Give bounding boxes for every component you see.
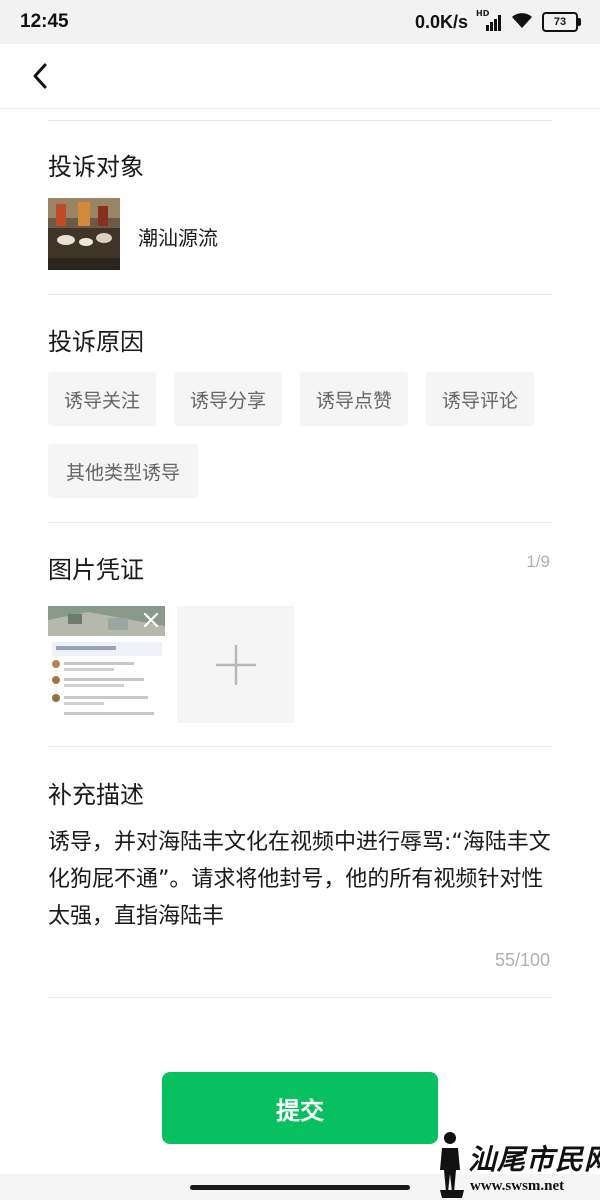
- reason-chip-comment[interactable]: 诱导评论: [426, 372, 534, 426]
- divider: [48, 746, 552, 747]
- evidence-count: 1/9: [526, 552, 550, 571]
- target-thumbnail: [48, 198, 120, 270]
- signal-label: HD: [476, 9, 490, 18]
- description-count: 55/100: [494, 950, 550, 970]
- battery-icon: 73: [542, 12, 581, 32]
- evidence-section-title: 图片凭证: [48, 556, 144, 584]
- chevron-left-icon: [33, 63, 47, 89]
- reason-chip-like[interactable]: 诱导点赞: [300, 372, 408, 426]
- reason-chip-follow[interactable]: 诱导关注: [48, 372, 156, 426]
- divider: [48, 294, 552, 295]
- watermark-text: 汕尾市民网: [468, 1143, 600, 1176]
- divider: [48, 120, 552, 121]
- divider: [48, 997, 552, 998]
- target-section-title: 投诉对象: [48, 153, 144, 181]
- divider: [48, 522, 552, 523]
- submit-button[interactable]: 提交: [162, 1072, 438, 1144]
- plus-icon: [215, 644, 256, 685]
- network-speed: 0.0K/s: [414, 11, 468, 32]
- watermark: 汕尾市民网 www.swsm.net: [438, 1128, 600, 1200]
- nav-bar: [0, 44, 600, 109]
- status-time: 12:45: [20, 11, 69, 32]
- wifi-icon: [510, 11, 534, 33]
- reason-section-title: 投诉原因: [48, 328, 144, 356]
- watermark-url: www.swsm.net: [470, 1178, 565, 1194]
- close-icon[interactable]: [141, 610, 161, 630]
- description-textarea[interactable]: 诱导，并对海陆丰文化在视频中进行辱骂:“海陆丰文化狗屁不通”。请求将他封号，他的…: [48, 824, 556, 935]
- evidence-thumbnail[interactable]: [48, 606, 165, 723]
- reason-chip-share[interactable]: 诱导分享: [174, 372, 282, 426]
- signal-icon: HD: [476, 9, 502, 31]
- reason-chip-other[interactable]: 其他类型诱导: [48, 444, 198, 498]
- home-indicator[interactable]: [190, 1185, 410, 1190]
- target-name: 潮汕源流: [138, 226, 218, 250]
- description-section-title: 补充描述: [48, 781, 144, 809]
- back-button[interactable]: [22, 58, 58, 94]
- add-image-button[interactable]: [177, 606, 294, 723]
- status-bar: 12:45 0.0K/s HD 73: [0, 0, 600, 44]
- status-icons: 0.0K/s HD 73: [414, 9, 581, 33]
